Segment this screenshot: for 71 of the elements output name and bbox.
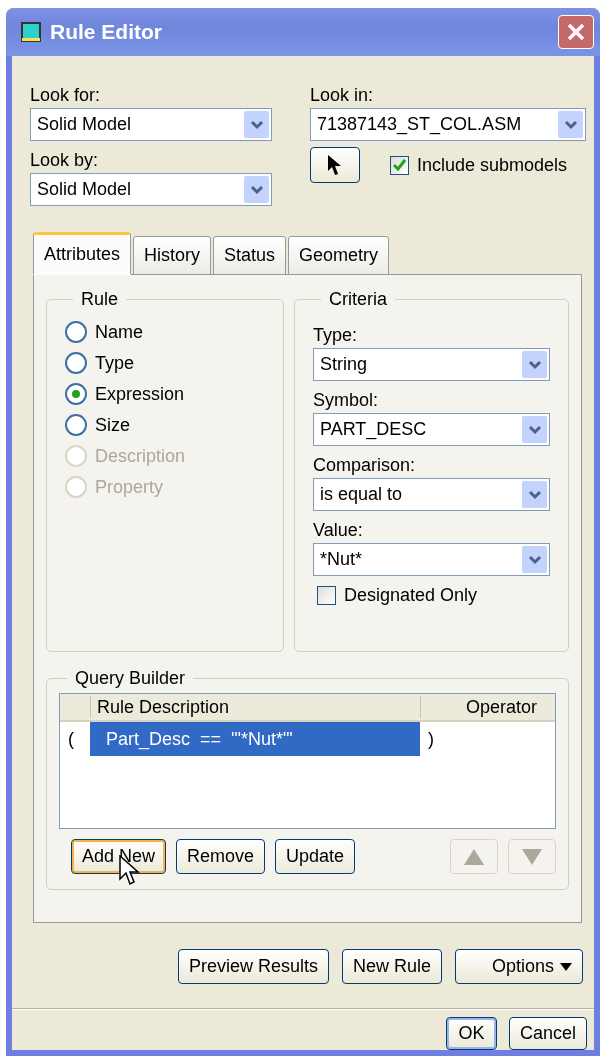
triangle-down-icon [521,847,543,866]
triangle-up-icon [463,847,485,866]
field-label: Type: [313,324,359,346]
include-submodels-checkbox[interactable] [390,155,409,175]
table-cell-text: ( [67,728,75,750]
dropdown-arrow-button[interactable] [558,111,583,138]
chevron-down-icon [249,184,264,195]
dropdown-arrow-button[interactable] [522,546,547,573]
column-header[interactable]: Rule Description [90,696,420,718]
window-title: Rule Editor [50,20,163,44]
dialog-button[interactable]: OK [445,1017,497,1050]
look-for-dropdown[interactable]: Solid Model [30,108,272,141]
radio-button[interactable] [65,382,87,405]
criteria-dropdown[interactable]: String [313,348,550,381]
action-button[interactable]: New Rule [341,949,442,984]
chevron-down-icon [563,119,578,130]
field-label: Comparison: [313,454,417,476]
look-in-dropdown[interactable]: 71387143_ST_COL.ASM [310,108,586,141]
close-icon [566,22,586,42]
field-label: Look by: [30,149,100,171]
radio-label: Type [95,351,135,374]
dropdown-arrow-button[interactable] [522,481,547,508]
designated-only-checkbox[interactable] [317,585,336,605]
dropdown-arrow-button[interactable] [244,111,269,138]
field-label: Look for: [30,84,102,106]
radio-label: Description [95,444,186,467]
criteria-dropdown[interactable]: is equal to [313,478,550,511]
radio-button[interactable] [65,413,87,436]
field-label: Look in: [310,84,375,106]
tab[interactable]: History [133,236,212,275]
radio-label: Property [95,475,164,498]
chevron-down-icon [527,489,542,500]
close-button[interactable] [558,15,594,49]
checkbox-label: Designated Only [344,584,478,606]
action-button[interactable]: Preview Results [177,949,329,984]
rule-row[interactable]: Part_Desc == '"*Nut*"' [90,722,420,756]
tab[interactable]: Attributes [33,232,132,275]
caret-icon [560,962,572,971]
list-action-button[interactable]: Remove [176,839,266,874]
chevron-down-icon [249,119,264,130]
pointer-icon [327,154,343,176]
group-title: Criteria [328,289,388,310]
dropdown-arrow-button[interactable] [522,416,547,443]
group-title: Rule [80,289,120,310]
table-cell-text: ) [427,728,435,750]
radio-label: Size [95,413,130,436]
checkmark-icon [393,159,406,171]
dropdown-arrow-button[interactable] [522,351,547,378]
chevron-down-icon [527,359,542,370]
group-title: Query Builder [74,668,187,689]
chevron-down-icon [527,424,542,435]
field-label: Symbol: [313,389,380,411]
dialog-button[interactable]: Cancel [508,1017,587,1050]
radio-button[interactable] [65,320,87,343]
tab[interactable]: Status [213,236,287,275]
list-action-button[interactable]: Update [275,839,356,874]
field-label: Value: [313,519,364,541]
radio-label: Name [95,320,143,343]
window-icon [20,21,42,43]
column-header[interactable]: Operator [420,696,555,718]
look-by-dropdown[interactable]: Solid Model [30,173,272,206]
criteria-dropdown[interactable]: PART_DESC [313,413,550,446]
options-menu-button[interactable]: Options [455,949,583,984]
chevron-down-icon [527,554,542,565]
radio-label: Expression [95,382,185,405]
criteria-dropdown[interactable]: *Nut* [313,543,550,576]
dropdown-arrow-button[interactable] [244,176,269,203]
tab[interactable]: Geometry [288,236,390,275]
checkbox-label: Include submodels [417,154,568,176]
radio-button[interactable] [65,351,87,374]
pick-button[interactable] [310,147,360,183]
